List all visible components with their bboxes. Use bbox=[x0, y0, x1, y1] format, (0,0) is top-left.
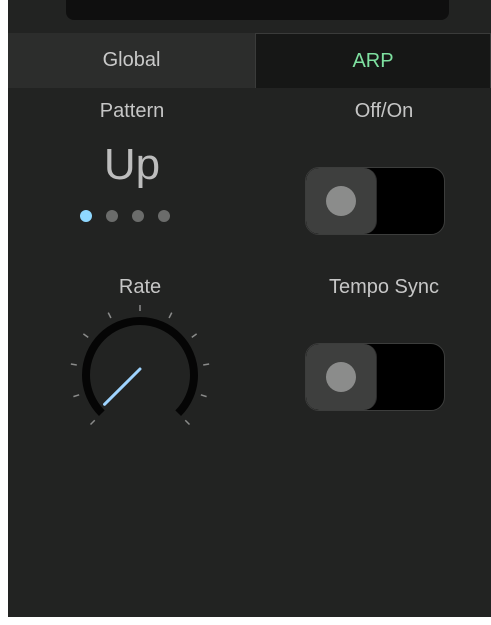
arp-switch-label: Off/On bbox=[354, 100, 414, 122]
rate-knob-tick bbox=[191, 333, 198, 338]
tab-bar: Global ARP bbox=[8, 33, 491, 88]
tempo-sync-toggle[interactable] bbox=[305, 343, 445, 411]
rate-knob-tick bbox=[73, 394, 80, 398]
pattern-dot[interactable] bbox=[106, 210, 118, 222]
toggle-knob bbox=[326, 362, 356, 392]
toggle-thumb bbox=[306, 344, 377, 410]
rate-knob[interactable] bbox=[60, 295, 220, 435]
rate-knob-tick bbox=[184, 419, 191, 426]
rate-knob-pointer bbox=[103, 367, 142, 406]
rate-knob-tick bbox=[168, 312, 173, 319]
rate-knob-tick bbox=[203, 363, 210, 366]
arp-on-off-toggle[interactable] bbox=[305, 167, 445, 235]
tempo-sync-label: Tempo Sync bbox=[328, 276, 440, 298]
rate-knob-tick bbox=[70, 363, 77, 366]
rate-knob-tick bbox=[107, 312, 112, 319]
tab-global[interactable]: Global bbox=[8, 33, 255, 88]
toggle-thumb bbox=[306, 168, 377, 234]
toggle-knob bbox=[326, 186, 356, 216]
tab-arp[interactable]: ARP bbox=[255, 33, 491, 88]
top-display-strip bbox=[66, 0, 449, 20]
rate-knob-ring bbox=[82, 317, 198, 417]
pattern-page-dots bbox=[80, 208, 190, 224]
pattern-dot[interactable] bbox=[158, 210, 170, 222]
rate-knob-tick bbox=[82, 333, 89, 338]
arp-panel: Global ARP Pattern Up Off/On Rate Tempo … bbox=[8, 0, 491, 617]
pattern-label: Pattern bbox=[99, 100, 165, 122]
rate-knob-tick bbox=[200, 394, 207, 398]
pattern-value[interactable]: Up bbox=[62, 140, 202, 190]
rate-knob-tick bbox=[89, 419, 96, 426]
pattern-dot[interactable] bbox=[80, 210, 92, 222]
pattern-dot[interactable] bbox=[132, 210, 144, 222]
